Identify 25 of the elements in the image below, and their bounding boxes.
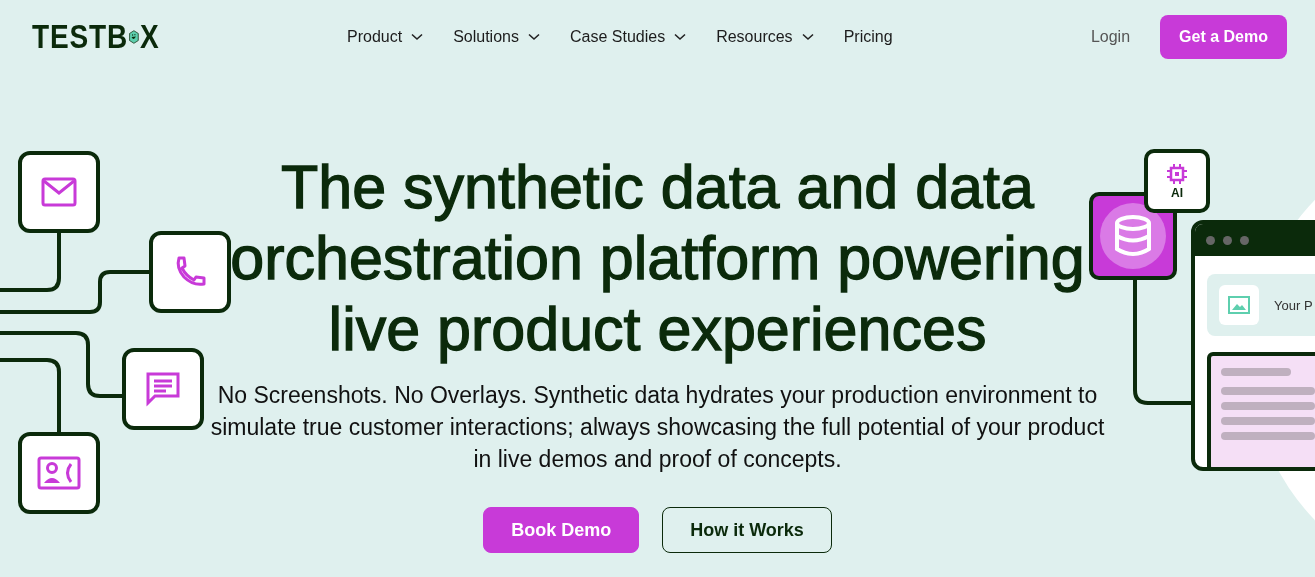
ai-label: AI bbox=[1171, 185, 1183, 200]
window-dot bbox=[1223, 235, 1232, 245]
nav-link[interactable]: Solutions bbox=[453, 28, 540, 46]
nav-link[interactable]: Pricing bbox=[843, 28, 893, 46]
logo-text: X bbox=[139, 18, 160, 56]
nav-link[interactable]: Product bbox=[347, 28, 424, 46]
product-label: Your P bbox=[1274, 297, 1313, 313]
window-dot bbox=[1206, 235, 1215, 245]
login-link[interactable]: Login bbox=[1090, 28, 1131, 46]
nav-link[interactable]: Resources bbox=[716, 28, 814, 46]
nav-link[interactable]: Case Studies bbox=[569, 28, 687, 46]
get-demo-button[interactable]: Get a Demo bbox=[1160, 15, 1287, 59]
hero-description: No Screenshots. No Overlays. Synthetic data hydrates your production environment to simulate true customer interactions; always showcasing the full potential of your product in live demos and proof of concepts. bbox=[209, 381, 1106, 474]
window-dot bbox=[1240, 235, 1249, 245]
logo-text: TESTB bbox=[32, 18, 129, 56]
how-it-works-button[interactable]: How it Works bbox=[662, 507, 832, 553]
message-icon bbox=[145, 371, 181, 407]
image-icon bbox=[1228, 296, 1250, 314]
mail-icon bbox=[41, 177, 77, 207]
database-icon bbox=[1114, 215, 1152, 257]
chip-icon bbox=[1166, 162, 1188, 185]
placeholder-line bbox=[1221, 368, 1291, 376]
hero-heading: The synthetic data and data orchestration platform powering live product experiences bbox=[229, 152, 1086, 365]
book-demo-button[interactable]: Book Demo bbox=[483, 507, 640, 553]
contact-card-icon bbox=[37, 456, 81, 490]
